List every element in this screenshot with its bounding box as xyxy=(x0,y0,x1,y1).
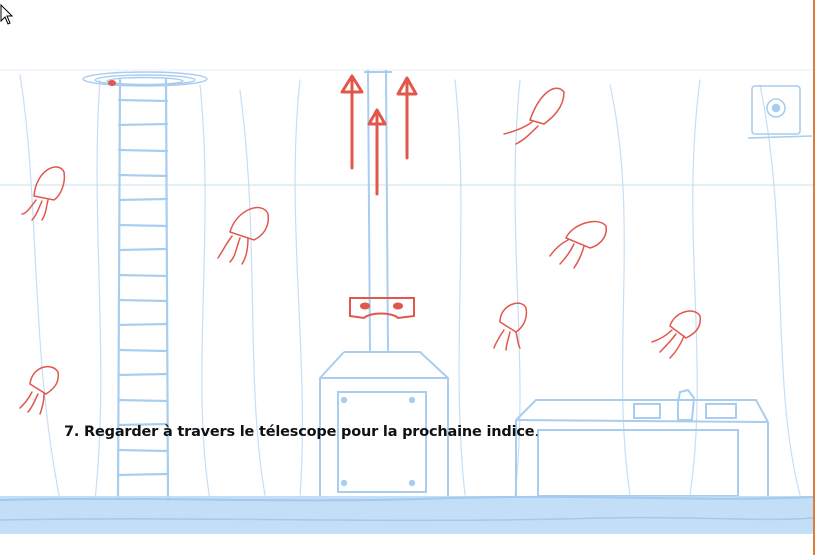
jellyfish-3 xyxy=(503,87,565,145)
telescope-eyepiece xyxy=(349,297,415,320)
counter xyxy=(515,388,769,497)
jellyfish-group xyxy=(19,87,702,415)
instruction-end: . xyxy=(534,424,539,440)
scene-sketch xyxy=(0,69,816,534)
ceiling-hatch xyxy=(82,71,208,87)
arrows-up xyxy=(340,74,418,196)
jellyfish-1 xyxy=(21,166,66,221)
jellyfish-4 xyxy=(549,220,607,269)
instruction-text: 7. Regarder à travers le télescope pour … xyxy=(64,424,539,440)
right-edge-border xyxy=(813,0,815,555)
jellyfish-7 xyxy=(19,365,60,415)
hatch-marker xyxy=(108,80,116,86)
mouse-cursor-icon xyxy=(0,4,14,25)
floor xyxy=(0,495,814,534)
instruction-main: 7. Regarder à travers le télescope pour … xyxy=(64,424,535,440)
wall-device xyxy=(747,85,813,139)
jellyfish-2 xyxy=(217,206,270,265)
jellyfish-6 xyxy=(651,310,702,359)
jellyfish-5 xyxy=(493,302,528,351)
